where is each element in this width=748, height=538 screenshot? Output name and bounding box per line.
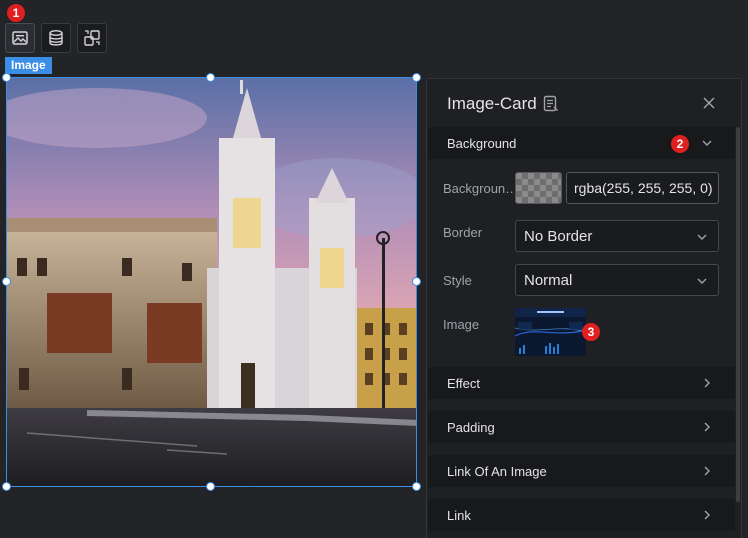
chevron-down-icon <box>697 234 707 240</box>
section-effect[interactable]: Effect <box>428 367 735 399</box>
chevron-right-icon <box>704 422 710 432</box>
resize-handle-bottom-right[interactable] <box>412 482 421 491</box>
resize-handle-top-right[interactable] <box>412 73 421 82</box>
section-padding[interactable]: Padding <box>428 411 735 443</box>
resize-handle-top-left[interactable] <box>2 73 11 82</box>
transform-icon <box>84 30 100 46</box>
section-effect-label: Effect <box>447 375 481 391</box>
border-select-value: No Border <box>524 227 593 245</box>
chevron-right-icon <box>704 466 710 476</box>
resize-handle-bottom[interactable] <box>206 482 215 491</box>
annotation-badge-3: 3 <box>582 323 600 341</box>
style-label: Style <box>443 273 472 288</box>
chevron-down-icon <box>697 278 707 284</box>
chevron-right-icon <box>704 510 710 520</box>
color-swatch[interactable] <box>515 172 562 204</box>
resize-handle-left[interactable] <box>2 277 11 286</box>
annotation-badge-1: 1 <box>7 4 25 22</box>
background-color-input[interactable]: rgba(255, 255, 255, 0) <box>566 172 719 204</box>
image-icon <box>12 31 28 45</box>
border-select[interactable]: No Border <box>515 220 719 252</box>
panel-scrollbar[interactable] <box>736 127 740 502</box>
background-image-thumbnail[interactable] <box>515 308 586 356</box>
chevron-right-icon <box>704 378 710 388</box>
resize-handle-bottom-left[interactable] <box>2 482 11 491</box>
transform-tool-button[interactable] <box>77 23 107 53</box>
component-type-tag: Image <box>5 57 52 74</box>
section-link-of-image-label: Link Of An Image <box>447 463 547 479</box>
close-icon[interactable] <box>703 97 715 109</box>
cathedral-photo <box>7 78 416 486</box>
style-select[interactable]: Normal <box>515 264 719 296</box>
dashboard-thumbnail-image <box>515 308 586 356</box>
section-link-of-image[interactable]: Link Of An Image <box>428 455 735 487</box>
resize-handle-top[interactable] <box>206 73 215 82</box>
chevron-down-icon <box>702 140 712 146</box>
image-tool-button[interactable] <box>5 23 35 53</box>
style-select-value: Normal <box>524 271 573 289</box>
resize-handle-right[interactable] <box>412 277 421 286</box>
document-icon[interactable] <box>543 95 559 113</box>
section-link[interactable]: Link <box>428 499 735 531</box>
background-color-label: Backgroun… <box>443 181 519 196</box>
annotation-badge-2: 2 <box>671 135 689 153</box>
image-component[interactable] <box>6 77 417 487</box>
data-tool-button[interactable] <box>41 23 71 53</box>
panel-title: Image-Card <box>447 94 537 113</box>
image-label: Image <box>443 317 480 332</box>
border-label: Border <box>443 225 483 240</box>
database-icon <box>49 30 63 46</box>
section-padding-label: Padding <box>447 419 495 435</box>
section-background-label: Background <box>447 135 517 151</box>
property-panel: Image-Card Background 2 Backgroun… rgba(… <box>426 78 742 538</box>
section-link-label: Link <box>447 507 471 523</box>
